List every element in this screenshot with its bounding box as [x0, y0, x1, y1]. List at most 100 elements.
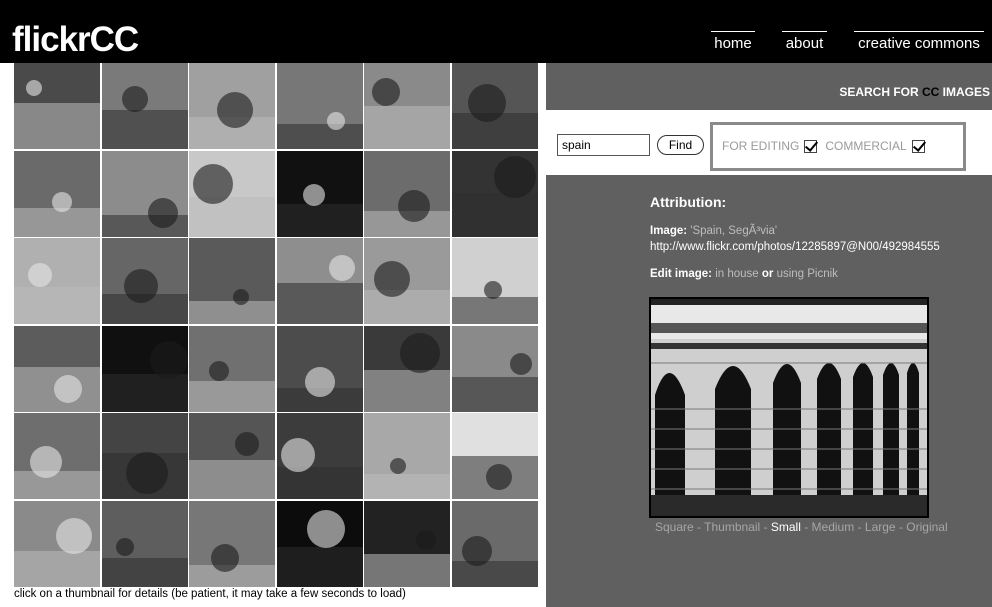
size-separator: - — [693, 520, 705, 534]
thumbnail[interactable] — [276, 63, 363, 149]
thumbnail[interactable] — [101, 500, 188, 587]
thumbnail[interactable] — [189, 150, 275, 237]
thumbnail-grid — [14, 63, 540, 587]
thumbnail-photo — [101, 238, 188, 324]
thumbnail-photo — [189, 150, 275, 237]
thumbnail-photo — [276, 325, 363, 412]
thumbnail-photo — [189, 413, 275, 499]
nav-about[interactable]: about — [782, 31, 827, 55]
attribution-image-line: Image: 'Spain, SegÃ³via' — [650, 223, 777, 239]
thumbnail[interactable] — [14, 63, 100, 149]
thumbnail[interactable] — [364, 238, 450, 324]
commercial-checkbox[interactable] — [911, 139, 925, 153]
thumbnail-photo — [451, 150, 538, 237]
thumbnail[interactable] — [364, 500, 450, 587]
edit-in-house-link[interactable]: in house — [715, 268, 758, 280]
thumbnail[interactable] — [14, 238, 100, 324]
thumbnail[interactable] — [364, 150, 450, 237]
thumbnail-photo — [101, 63, 188, 149]
thumbnail-photo — [364, 413, 450, 499]
thumbnail-photo — [101, 150, 188, 237]
thumbnail[interactable] — [14, 325, 100, 412]
thumbnail[interactable] — [101, 150, 188, 237]
thumbnail[interactable] — [451, 413, 538, 499]
thumbnail-photo — [14, 63, 100, 149]
top-bar: flickrCC home about creative commons — [0, 0, 992, 63]
nav-home[interactable]: home — [711, 31, 755, 55]
thumbnail[interactable] — [364, 413, 450, 499]
attribution-image-title[interactable]: 'Spain, SegÃ³via' — [690, 225, 777, 237]
thumbnail-photo — [276, 150, 363, 237]
size-original-link[interactable]: Original — [906, 520, 947, 534]
for-editing-label: FOR EDITING — [722, 139, 800, 153]
thumbnail[interactable] — [189, 413, 275, 499]
edit-image-line: Edit image: in house or using Picnik — [650, 266, 838, 282]
attribution-image-label: Image: — [650, 225, 691, 237]
for-editing-checkbox[interactable] — [804, 139, 818, 153]
license-filter-box: FOR EDITING COMMERCIAL — [710, 122, 966, 171]
site-logo[interactable]: flickrCC — [12, 20, 139, 60]
search-heading-cc: CC — [921, 85, 940, 99]
thumbnail[interactable] — [451, 150, 538, 237]
thumbnail-photo — [189, 238, 275, 324]
thumbnail[interactable] — [101, 325, 188, 412]
thumbnail[interactable] — [189, 63, 275, 149]
thumbnail[interactable] — [189, 500, 275, 587]
thumbnail-photo — [364, 150, 450, 237]
thumbnail[interactable] — [451, 325, 538, 412]
size-options: Square - Thumbnail - Small - Medium - La… — [655, 520, 948, 534]
thumbnail-photo — [276, 500, 363, 587]
thumbnail[interactable] — [14, 500, 100, 587]
thumbnail-photo — [14, 325, 100, 412]
size-thumbnail-link[interactable]: Thumbnail — [704, 520, 760, 534]
thumbnail[interactable] — [451, 500, 538, 587]
thumbnail[interactable] — [14, 150, 100, 237]
thumbnail[interactable] — [14, 413, 100, 499]
thumbnail-photo — [364, 63, 450, 149]
size-large-link[interactable]: Large — [865, 520, 896, 534]
find-button[interactable]: Find — [657, 135, 704, 155]
aqueduct-photo — [651, 299, 927, 516]
thumbnail-photo — [451, 238, 538, 324]
thumbnail-photo — [364, 500, 450, 587]
thumbnail[interactable] — [276, 413, 363, 499]
size-separator: - — [854, 520, 865, 534]
thumbnail[interactable] — [276, 238, 363, 324]
thumbnail-photo — [14, 238, 100, 324]
thumbnail-photo — [101, 325, 188, 412]
thumbnail-photo — [451, 325, 538, 412]
attribution-url: http://www.flickr.com/photos/12285897@N0… — [650, 241, 940, 253]
thumbnail[interactable] — [451, 238, 538, 324]
size-separator: - — [895, 520, 907, 534]
thumbnail-photo — [101, 413, 188, 499]
size-separator: - — [760, 520, 771, 534]
thumbnail[interactable] — [364, 325, 450, 412]
thumbnail[interactable] — [101, 413, 188, 499]
thumbnail[interactable] — [189, 325, 275, 412]
size-small-current: Small — [770, 520, 801, 534]
search-bar: Find FOR EDITING COMMERCIAL — [546, 110, 992, 175]
search-heading-prefix: SEARCH FOR — [839, 85, 922, 99]
thumbnail[interactable] — [189, 238, 275, 324]
thumbnail[interactable] — [276, 325, 363, 412]
thumbnail[interactable] — [101, 63, 188, 149]
thumbnail[interactable] — [276, 500, 363, 587]
edit-picnik-link[interactable]: using Picnik — [777, 268, 838, 280]
edit-or-text: or — [758, 268, 777, 280]
search-input[interactable] — [557, 134, 650, 156]
thumbnail-photo — [101, 500, 188, 587]
selected-image-preview — [649, 297, 929, 518]
nav-creative-commons[interactable]: creative commons — [854, 31, 984, 55]
thumbnail-photo — [451, 63, 538, 149]
size-square-link[interactable]: Square — [655, 520, 694, 534]
gallery-hint: click on a thumbnail for details (be pat… — [14, 588, 406, 600]
thumbnail[interactable] — [451, 63, 538, 149]
thumbnail[interactable] — [101, 238, 188, 324]
thumbnail[interactable] — [276, 150, 363, 237]
thumbnail[interactable] — [364, 63, 450, 149]
size-medium-link[interactable]: Medium — [812, 520, 855, 534]
size-separator: - — [800, 520, 812, 534]
thumbnail-photo — [14, 413, 100, 499]
thumbnail-photo — [189, 325, 275, 412]
thumbnail-photo — [364, 238, 450, 324]
